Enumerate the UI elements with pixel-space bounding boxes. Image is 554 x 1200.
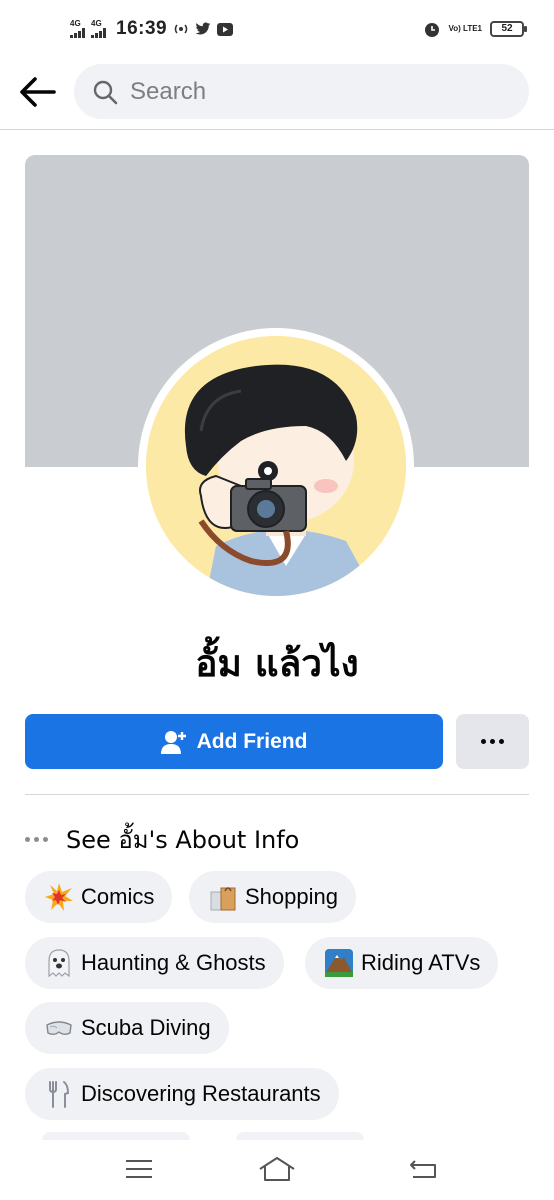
top-bar: Search [0,62,554,130]
interest-chip-haunting-ghosts[interactable]: Haunting & Ghosts [25,937,284,989]
back-button[interactable] [18,75,58,109]
search-icon [93,80,118,104]
interest-chip-comics[interactable]: Comics [25,871,173,923]
interest-chip-scuba-diving[interactable]: Scuba Diving [25,1002,229,1054]
chip-label: Shopping [245,884,338,909]
chip-label: Scuba Diving [81,1015,211,1040]
shopping-bags-icon [207,881,239,913]
clock: 16:39 [116,18,168,39]
return-icon [410,1160,436,1178]
ghost-icon [43,947,75,979]
home-button[interactable] [257,1152,297,1186]
search-bar[interactable]: Search [74,64,529,119]
chip-label: Haunting & Ghosts [81,950,266,975]
avatar-illustration [146,336,406,596]
add-friend-button[interactable]: Add Friend [25,714,443,769]
more-dots-icon [481,739,504,744]
profile-picture[interactable] [138,328,414,604]
back-nav-button[interactable] [403,1152,443,1186]
youtube-icon [217,22,234,36]
signal-2: 4G [91,20,106,38]
back-arrow-icon [20,77,56,107]
collision-emoji-icon [43,881,75,913]
more-options-button[interactable] [456,714,529,769]
interest-chip-shopping[interactable]: Shopping [189,871,356,923]
chip-label: Comics [81,884,155,909]
home-icon [259,1157,295,1181]
network-type-1: 4G [70,19,81,28]
divider [25,794,529,795]
alarm-icon [424,23,439,37]
profile-name: อั้ม แล้วไง [195,642,359,685]
fork-knife-icon [43,1078,75,1110]
twitter-icon [195,22,211,35]
chip-label: Discovering Restaurants [81,1081,321,1106]
goggles-icon [43,1012,75,1044]
volte-indicator: Vo) LTE1 [448,24,482,33]
signal-bars-icon [91,28,106,38]
menu-icon [126,1160,152,1178]
status-bar: 4G 4G 16:39 Vo) LTE1 52 [0,0,554,60]
signal-1: 4G [70,20,85,38]
system-nav-bar [0,1140,554,1200]
more-dots-icon [25,837,48,842]
add-friend-label: Add Friend [196,729,308,753]
interest-chip-discovering-restaurants[interactable]: Discovering Restaurants [25,1068,339,1120]
search-input[interactable]: Search [130,78,206,106]
recent-apps-button[interactable] [119,1152,159,1186]
signal-bars-icon [70,28,85,38]
battery-icon: 52 [490,21,527,37]
hotspot-icon [174,24,188,34]
about-info-label: See อั้ม's About Info [66,826,300,854]
avatar [146,336,406,596]
mountain-icon [323,947,355,979]
add-person-icon [160,730,186,754]
chip-label: Riding ATVs [361,950,481,975]
status-left: 4G 4G 16:39 [70,18,234,40]
interest-chip-riding-atvs[interactable]: Riding ATVs [305,937,499,989]
status-right: Vo) LTE1 52 [423,20,527,38]
about-info-link[interactable]: See อั้ม's About Info [25,820,299,859]
network-type-2: 4G [91,19,102,28]
battery-level: 52 [501,23,513,34]
